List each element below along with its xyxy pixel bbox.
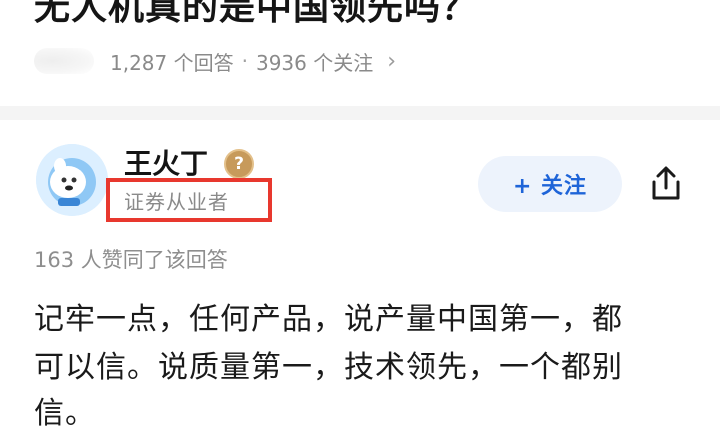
question-meta[interactable]: 1,287 个回答 · 3936 个关注 ›: [34, 44, 396, 78]
chevron-right-icon: ›: [387, 48, 397, 74]
author-name[interactable]: 王火丁: [124, 142, 208, 182]
avatar[interactable]: [36, 144, 108, 216]
follow-count: 3936 个关注: [255, 50, 374, 75]
follow-button[interactable]: + 关注: [478, 156, 622, 212]
answer-text-line[interactable]: 可以信。说质量第一，技术领先，一个都别: [34, 342, 623, 386]
follower-avatars: [34, 48, 94, 74]
answer-count: 1,287 个回答: [110, 50, 234, 75]
author-title-text: 证券从业者: [124, 189, 229, 214]
question-title[interactable]: 无人机真的是中国领先吗？: [34, 0, 478, 30]
like-count: 163 人赞同了该回答: [34, 248, 228, 272]
meta-separator: ·: [241, 49, 248, 73]
share-icon[interactable]: [646, 164, 686, 204]
section-divider: [0, 106, 720, 120]
author-title: 证券从业者: [106, 178, 272, 222]
question-mark-badge-icon[interactable]: ?: [224, 149, 254, 179]
answer-text-line[interactable]: 信。: [34, 388, 96, 432]
answer-text-line[interactable]: 记牢一点，任何产品，说产量中国第一，都: [34, 294, 623, 338]
